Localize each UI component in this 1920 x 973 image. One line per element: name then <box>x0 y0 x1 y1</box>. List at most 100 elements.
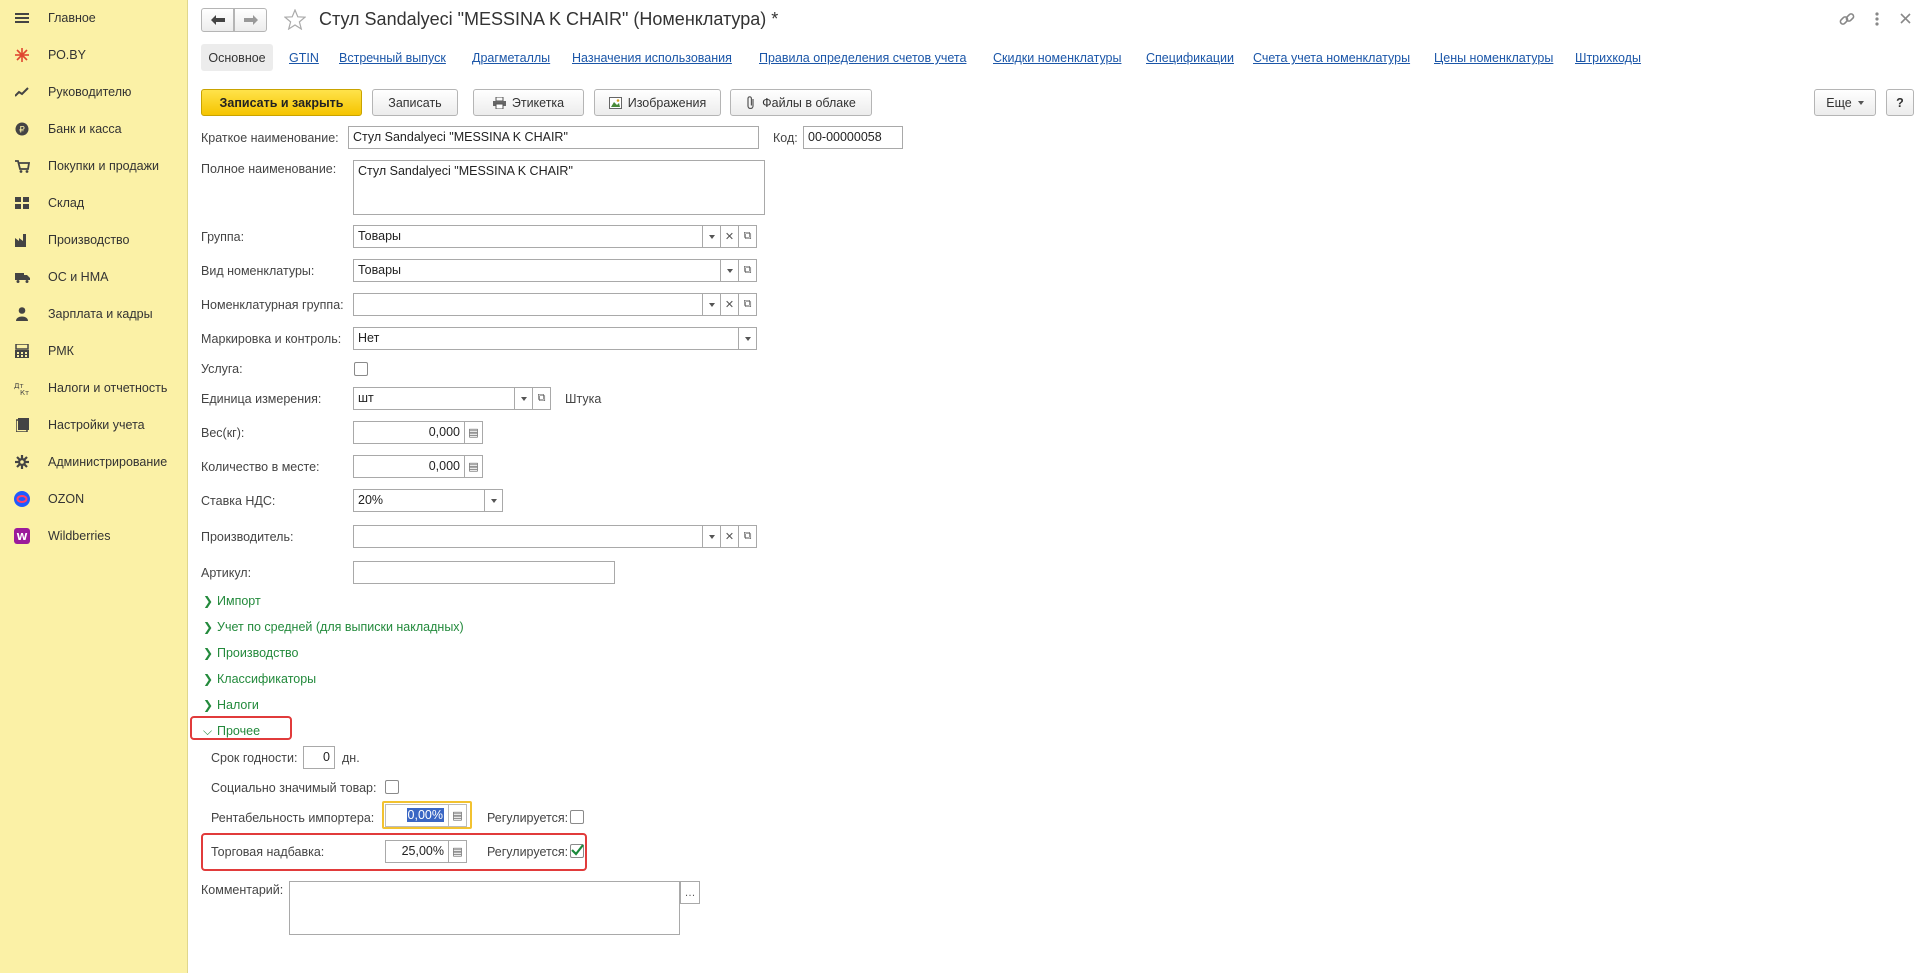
comment-expand-button[interactable]: … <box>680 881 700 904</box>
section-import[interactable]: ❯ Импорт <box>203 594 261 608</box>
tab-counter-release[interactable]: Встречный выпуск <box>339 51 446 65</box>
tab-precious-metals[interactable]: Драгметаллы <box>472 51 550 65</box>
sidebar-item-production[interactable]: Производство <box>0 225 188 255</box>
vat-dropdown-button[interactable] <box>485 489 503 512</box>
markup-calculator-button[interactable]: ▤ <box>449 840 467 863</box>
section-classifiers[interactable]: ❯ Классификаторы <box>203 672 316 686</box>
producer-open-button[interactable]: ⧉ <box>739 525 757 548</box>
kind-dropdown-button[interactable] <box>721 259 739 282</box>
back-button[interactable] <box>201 8 234 32</box>
sidebar-item-settings[interactable]: Настройки учета <box>0 410 188 440</box>
more-button[interactable]: Еще <box>1814 89 1876 116</box>
sidebar-item-purchases-sales[interactable]: Покупки и продажи <box>0 151 188 181</box>
sidebar-item-fixed-assets[interactable]: ОС и НМА <box>0 262 188 292</box>
sidebar-item-bank[interactable]: ₽ Банк и касса <box>0 114 188 144</box>
sidebar-item-taxes[interactable]: Дт Кт Налоги и отчетность <box>0 373 188 403</box>
forward-button[interactable] <box>234 8 267 32</box>
nom-group-open-button[interactable]: ⧉ <box>739 293 757 316</box>
short-name-input[interactable]: Стул Sandalyeci "MESSINA K CHAIR" <box>348 126 759 149</box>
sidebar-item-manager[interactable]: Руководителю <box>0 77 188 107</box>
factory-icon <box>14 233 30 247</box>
tab-accounts[interactable]: Счета учета номенклатуры <box>1253 51 1410 65</box>
tab-barcodes[interactable]: Штрихкоды <box>1575 51 1641 65</box>
sidebar-item-label: РМК <box>48 344 74 358</box>
article-input[interactable] <box>353 561 615 584</box>
weight-input[interactable]: 0,000 <box>353 421 465 444</box>
producer-label: Производитель: <box>201 530 294 544</box>
sidebar-item-ozon[interactable]: OZON <box>0 484 188 514</box>
sidebar-item-salary[interactable]: Зарплата и кадры <box>0 299 188 329</box>
clear-icon: ✕ <box>724 231 735 243</box>
qty-input[interactable]: 0,000 <box>353 455 465 478</box>
full-name-textarea[interactable]: Стул Sandalyeci "MESSINA K CHAIR" <box>353 160 765 215</box>
importer-calculator-button[interactable]: ▤ <box>449 804 467 827</box>
label-button[interactable]: Этикетка <box>473 89 584 116</box>
vat-input[interactable]: 20% <box>353 489 485 512</box>
nom-group-dropdown-button[interactable] <box>703 293 721 316</box>
tab-prices[interactable]: Цены номенклатуры <box>1434 51 1553 65</box>
sidebar-item-label: Администрирование <box>48 455 168 469</box>
favorite-star-icon[interactable] <box>284 9 306 30</box>
vat-label: Ставка НДС: <box>201 494 276 508</box>
tab-main[interactable]: Основное <box>201 44 273 71</box>
unit-dropdown-button[interactable] <box>515 387 533 410</box>
group-open-button[interactable]: ⧉ <box>739 225 757 248</box>
sidebar-item-warehouse[interactable]: Склад <box>0 188 188 218</box>
qty-calculator-button[interactable]: ▤ <box>465 455 483 478</box>
tab-specifications[interactable]: Спецификации <box>1146 51 1234 65</box>
regulated-checkbox[interactable] <box>570 810 584 824</box>
producer-dropdown-button[interactable] <box>703 525 721 548</box>
register-icon <box>14 344 30 358</box>
marking-input[interactable]: Нет <box>353 327 739 350</box>
unit-open-button[interactable]: ⧉ <box>533 387 551 410</box>
tax-icon: Дт Кт <box>14 381 30 395</box>
link-icon[interactable] <box>1839 11 1855 27</box>
weight-calculator-button[interactable]: ▤ <box>465 421 483 444</box>
regulated2-checkbox[interactable] <box>570 844 584 858</box>
cloud-files-button-text: Файлы в облаке <box>762 95 856 110</box>
sidebar-item-wildberries[interactable]: W Wildberries <box>0 521 188 551</box>
more-vertical-icon[interactable] <box>1874 11 1880 27</box>
unit-input[interactable]: шт <box>353 387 515 410</box>
section-average-accounting[interactable]: ❯ Учет по средней (для выписки накладных) <box>203 620 464 634</box>
kind-input[interactable]: Товары <box>353 259 721 282</box>
open-icon: ⧉ <box>743 264 752 276</box>
sidebar-item-label: Настройки учета <box>48 418 145 432</box>
section-production[interactable]: ❯ Производство <box>203 646 299 660</box>
group-input[interactable]: Товары <box>353 225 703 248</box>
images-button[interactable]: Изображения <box>594 89 721 116</box>
tab-account-rules[interactable]: Правила определения счетов учета <box>759 51 966 65</box>
producer-input[interactable] <box>353 525 703 548</box>
group-clear-button[interactable]: ✕ <box>721 225 739 248</box>
section-taxes[interactable]: ❯ Налоги <box>203 698 259 712</box>
social-checkbox[interactable] <box>385 780 399 794</box>
calculator-icon: ▤ <box>468 461 479 473</box>
tab-discounts[interactable]: Скидки номенклатуры <box>993 51 1122 65</box>
producer-clear-button[interactable]: ✕ <box>721 525 739 548</box>
sidebar-item-ro-by[interactable]: РО.BY <box>0 40 188 70</box>
close-icon[interactable] <box>1900 13 1911 24</box>
nom-group-clear-button[interactable]: ✕ <box>721 293 739 316</box>
sidebar-item-admin[interactable]: Администрирование <box>0 447 188 477</box>
importer-input[interactable]: 0,00% <box>385 804 449 827</box>
code-input[interactable]: 00-00000058 <box>803 126 903 149</box>
tab-gtin[interactable]: GTIN <box>289 51 319 65</box>
tab-usage-purposes[interactable]: Назначения использования <box>572 51 732 65</box>
kind-open-button[interactable]: ⧉ <box>739 259 757 282</box>
chevron-down-icon <box>520 396 527 401</box>
service-checkbox[interactable] <box>354 362 368 376</box>
cloud-files-button[interactable]: Файлы в облаке <box>730 89 872 116</box>
marking-dropdown-button[interactable] <box>739 327 757 350</box>
book-icon <box>14 418 30 432</box>
sidebar-item-main[interactable]: Главное <box>0 3 188 33</box>
comment-textarea[interactable] <box>289 881 680 935</box>
sidebar-item-rmk[interactable]: РМК <box>0 336 188 366</box>
nom-group-input[interactable] <box>353 293 703 316</box>
help-button[interactable]: ? <box>1886 89 1914 116</box>
markup-input[interactable]: 25,00% <box>385 840 449 863</box>
shelf-life-input[interactable]: 0 <box>303 746 335 769</box>
save-button[interactable]: Записать <box>372 89 458 116</box>
section-label: Импорт <box>217 594 261 608</box>
save-and-close-button[interactable]: Записать и закрыть <box>201 89 362 116</box>
group-dropdown-button[interactable] <box>703 225 721 248</box>
